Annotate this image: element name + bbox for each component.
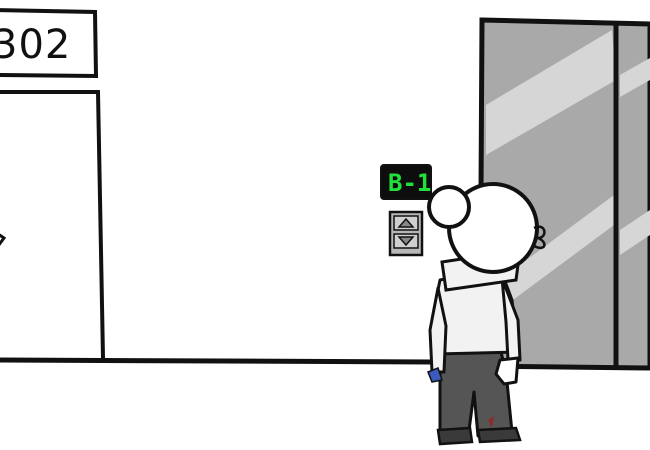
apartment-door[interactable] bbox=[0, 90, 105, 360]
hallway-scene: 302 B-1 bbox=[0, 0, 650, 450]
scene-canvas: 302 B-1 bbox=[0, 8, 650, 446]
call-up-button[interactable] bbox=[393, 215, 419, 231]
room-number-text: 302 bbox=[0, 22, 71, 68]
room-number-sign: 302 bbox=[0, 8, 99, 79]
floor-indicator: B-1 bbox=[380, 164, 432, 200]
floor-indicator-label: B-1 bbox=[388, 169, 431, 197]
call-down-button[interactable] bbox=[393, 233, 419, 249]
elevator-call-panel bbox=[388, 210, 424, 257]
door-knob-icon bbox=[0, 233, 7, 246]
